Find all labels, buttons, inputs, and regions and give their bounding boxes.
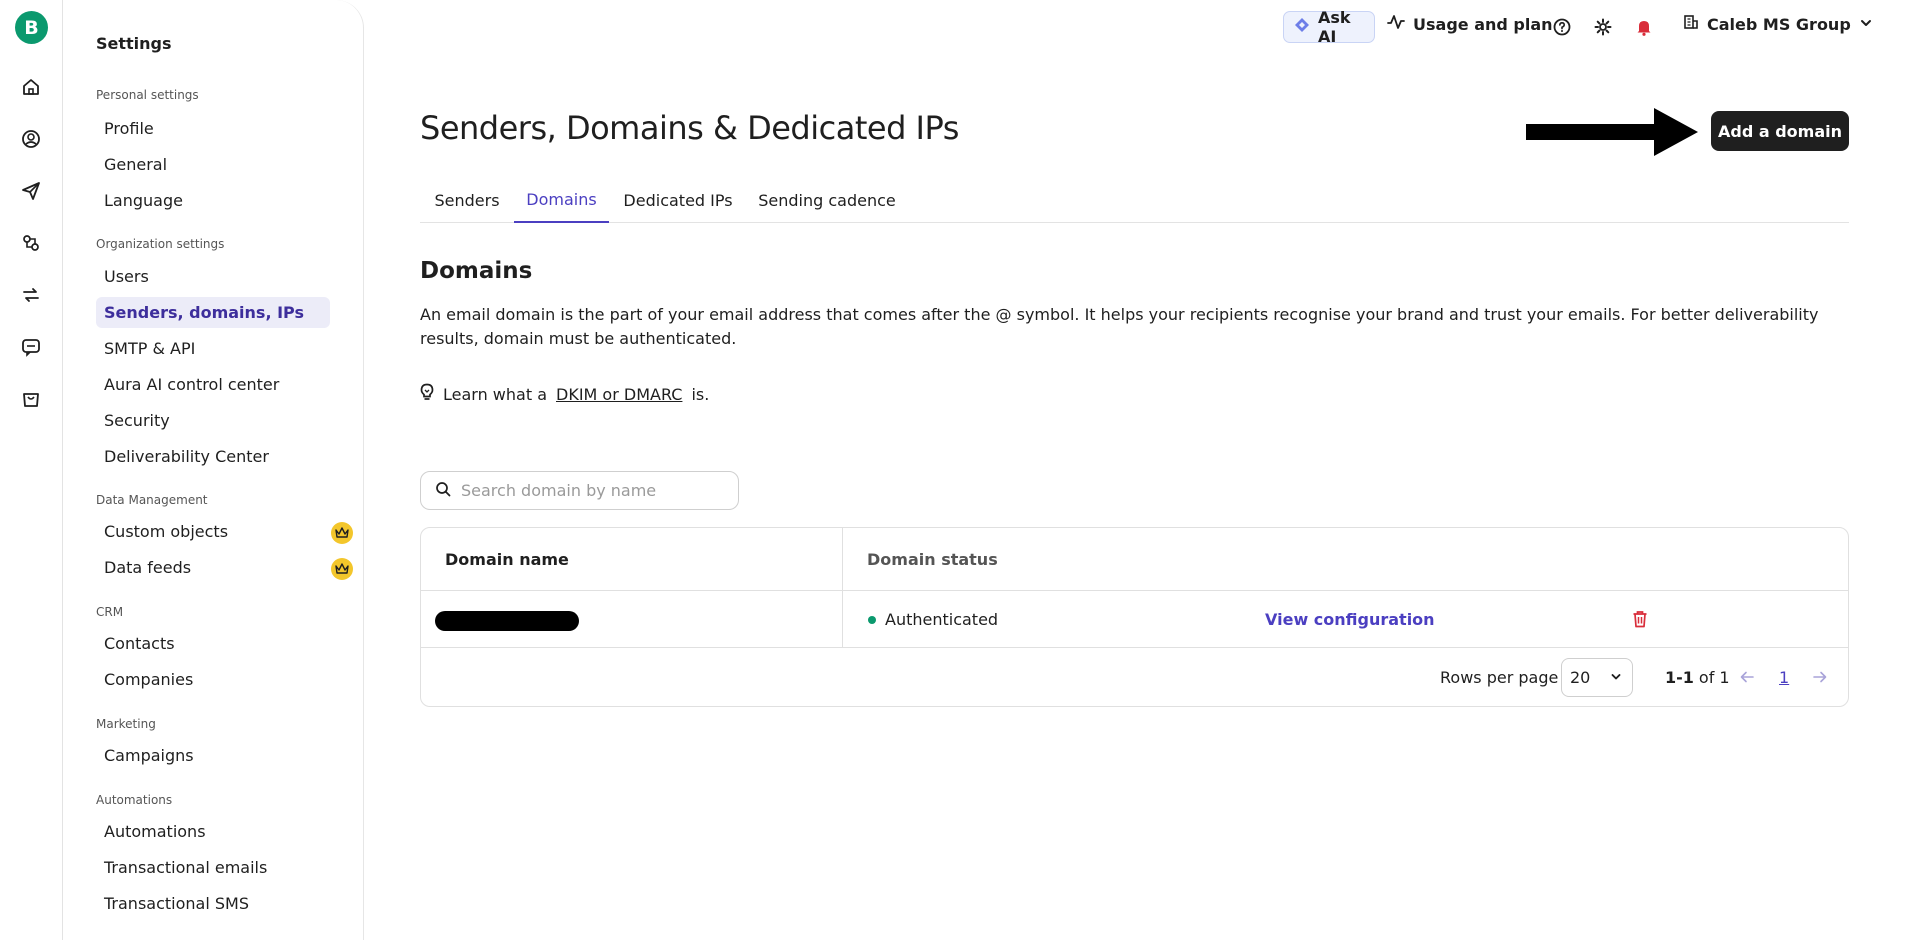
automations-icon[interactable] <box>19 231 43 255</box>
range-bold: 1-1 <box>1665 668 1694 687</box>
learn-suffix: is. <box>691 384 710 404</box>
lightbulb-icon <box>420 383 434 405</box>
page-number-link[interactable]: 1 <box>1779 649 1789 706</box>
section-automations: Automations <box>96 793 173 807</box>
chevron-down-icon <box>1859 15 1873 34</box>
section-title: Domains <box>420 258 533 284</box>
tab-senders[interactable]: Senders <box>420 177 514 223</box>
ask-ai-button[interactable]: Ask AI <box>1283 8 1375 46</box>
building-icon <box>1683 14 1699 34</box>
tab-bar: Senders Domains Dedicated IPs Sending ca… <box>420 177 1849 223</box>
section-crm: CRM <box>96 605 124 619</box>
transactional-icon[interactable] <box>19 283 43 307</box>
org-name: Caleb MS Group <box>1707 14 1851 34</box>
sidebar-item-profile[interactable]: Profile <box>96 113 330 144</box>
section-data-management: Data Management <box>96 493 208 507</box>
sidebar-item-contacts[interactable]: Contacts <box>96 628 330 659</box>
learn-prefix: Learn what a <box>443 384 547 404</box>
sidebar-item-automations[interactable]: Automations <box>96 816 330 847</box>
chevron-down-icon <box>1610 668 1622 687</box>
sidebar-item-language[interactable]: Language <box>96 185 330 216</box>
sidebar-item-label: Custom objects <box>104 522 229 541</box>
sidebar-item-custom-objects[interactable]: Custom objects <box>96 516 353 547</box>
domain-search[interactable] <box>420 471 739 510</box>
sidebar-item-data-feeds[interactable]: Data feeds <box>96 552 353 583</box>
sidebar-item-users[interactable]: Users <box>96 261 330 292</box>
prev-page-arrow-icon[interactable] <box>1739 669 1755 685</box>
brevo-logo[interactable]: B <box>15 11 48 44</box>
usage-label: Usage and plan <box>1413 14 1553 34</box>
view-configuration-link[interactable]: View configuration <box>1265 591 1435 648</box>
activity-icon <box>1387 14 1405 34</box>
rows-per-page-value: 20 <box>1570 668 1591 687</box>
dkim-dmarc-link[interactable]: DKIM or DMARC <box>556 385 682 404</box>
table-header: Domain name Domain status <box>421 528 1848 591</box>
rows-per-page-label: Rows per page <box>1440 668 1559 687</box>
learn-more-line: Learn what a DKIM or DMARC is. <box>420 383 709 405</box>
tab-sending-cadence[interactable]: Sending cadence <box>747 177 907 223</box>
page-title: Senders, Domains & Dedicated IPs <box>420 109 959 147</box>
sidebar-item-campaigns[interactable]: Campaigns <box>96 740 330 771</box>
conversations-icon[interactable] <box>19 335 43 359</box>
arrow-annotation-icon <box>1524 106 1700 158</box>
settings-sidebar: Settings Personal settings Profile Gener… <box>63 0 364 940</box>
sidebar-item-general[interactable]: General <box>96 149 330 180</box>
table-row: Authenticated View configuration <box>421 591 1848 648</box>
sidebar-item-deliverability-center[interactable]: Deliverability Center <box>96 441 330 472</box>
crown-icon <box>331 558 353 580</box>
organization-switcher[interactable]: Caleb MS Group <box>1683 14 1873 34</box>
range-suffix: of 1 <box>1698 668 1730 687</box>
sidebar-item-security[interactable]: Security <box>96 405 330 436</box>
campaigns-icon[interactable] <box>19 179 43 203</box>
trash-icon[interactable] <box>1630 609 1650 629</box>
sidebar-item-transactional-sms[interactable]: Transactional SMS <box>96 888 330 919</box>
bell-icon[interactable] <box>1633 16 1655 38</box>
ai-sparkle-icon <box>1294 17 1310 37</box>
rows-per-page-select[interactable]: 20 <box>1561 658 1633 697</box>
gear-icon[interactable] <box>1592 16 1614 38</box>
sidebar-item-smtp-api[interactable]: SMTP & API <box>96 333 330 364</box>
section-organization-settings: Organization settings <box>96 237 225 251</box>
sidebar-item-aura-ai[interactable]: Aura AI control center <box>96 369 330 400</box>
header-domain-status: Domain status <box>867 550 998 569</box>
next-page-arrow-icon[interactable] <box>1812 669 1828 685</box>
ask-ai-label: Ask AI <box>1318 8 1351 46</box>
add-domain-button[interactable]: Add a domain <box>1711 111 1849 151</box>
sidebar-title: Settings <box>96 34 172 53</box>
sidebar-item-senders-domains-ips[interactable]: Senders, domains, IPs <box>96 297 330 328</box>
top-bar: Ask AI Usage and plan Caleb MS Group <box>364 0 1911 54</box>
section-personal-settings: Personal settings <box>96 88 199 102</box>
search-input[interactable] <box>461 481 731 500</box>
tab-domains[interactable]: Domains <box>514 177 609 223</box>
page-range: 1-1 of 1 <box>1665 649 1730 706</box>
domains-description: An email domain is the part of your emai… <box>420 305 1819 348</box>
redacted-domain-name <box>435 611 579 631</box>
sidebar-item-companies[interactable]: Companies <box>96 664 330 695</box>
tab-dedicated-ips[interactable]: Dedicated IPs <box>609 177 747 223</box>
status-badge: Authenticated <box>868 591 998 648</box>
domains-table: Domain name Domain status Authenticated … <box>420 527 1849 707</box>
status-dot-icon <box>868 615 876 624</box>
ecommerce-icon[interactable] <box>19 387 43 411</box>
icon-rail: B <box>0 0 63 940</box>
home-icon[interactable] <box>19 75 43 99</box>
usage-and-plan-button[interactable]: Usage and plan <box>1387 14 1553 34</box>
sidebar-item-transactional-emails[interactable]: Transactional emails <box>96 852 330 883</box>
search-icon <box>435 481 451 501</box>
section-marketing: Marketing <box>96 717 156 731</box>
help-icon[interactable] <box>1551 16 1573 38</box>
pagination: Rows per page 20 1-1 of 1 1 <box>421 649 1848 706</box>
header-domain-name: Domain name <box>445 550 569 569</box>
sidebar-item-label: Data feeds <box>104 558 192 577</box>
contacts-icon[interactable] <box>19 127 43 151</box>
logo-letter: B <box>24 16 39 39</box>
status-text: Authenticated <box>885 610 999 629</box>
crown-icon <box>331 522 353 544</box>
